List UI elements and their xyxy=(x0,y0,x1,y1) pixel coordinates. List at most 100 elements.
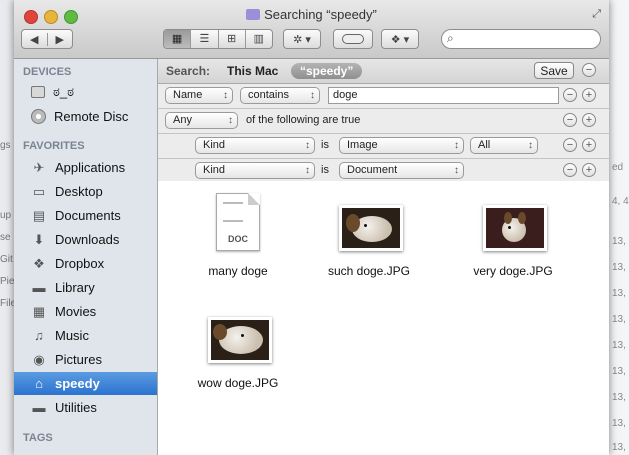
image-thumbnail xyxy=(483,205,547,251)
rule-row-name: Name contains doge − + xyxy=(158,84,609,109)
main-content: Search: This Mac “speedy” Save − Name co… xyxy=(158,59,609,455)
sidebar-item-speedy[interactable]: ⌂ speedy xyxy=(14,372,157,395)
window-title-text: Searching “speedy” xyxy=(264,7,377,22)
search-scope-bar: Search: This Mac “speedy” Save − xyxy=(158,59,609,84)
tag-icon xyxy=(342,34,364,44)
sidebar-item-documents[interactable]: ▤ Documents xyxy=(14,204,157,227)
list-view-icon[interactable]: ☰ xyxy=(190,30,217,48)
sidebar-item-label: Pictures xyxy=(55,352,102,367)
coverflow-view-icon[interactable]: ▥ xyxy=(244,30,272,48)
downloads-icon: ⬇ xyxy=(33,231,45,247)
sidebar-item-movies[interactable]: ▦ Movies xyxy=(14,300,157,323)
sidebar-item-dropbox[interactable]: ❖ Dropbox xyxy=(14,252,157,275)
document-icon: DOC xyxy=(216,193,260,251)
title-bar: Searching “speedy” ⤢ ◀ ▶ ▦ ☰ ⊞ ▥ ✲ ▾ ❖ ▾… xyxy=(14,0,609,59)
fullscreen-arrows-icon[interactable]: ⤢ xyxy=(592,8,601,21)
operator-popup[interactable]: contains xyxy=(240,87,320,104)
background-text: 13, xyxy=(612,288,626,299)
rule-value-field[interactable]: doge xyxy=(328,87,559,104)
sidebar-item-label: Applications xyxy=(55,160,126,175)
background-text: 4, 4 xyxy=(612,196,629,207)
remove-rule-button[interactable]: − xyxy=(563,138,577,152)
sidebar-item-label: Movies xyxy=(55,304,97,319)
back-arrow-icon[interactable]: ◀ xyxy=(22,33,47,46)
background-text: 13, xyxy=(612,314,626,325)
file-item-wow-doge[interactable]: wow doge.JPG xyxy=(178,303,298,393)
background-text: 13, xyxy=(612,418,626,429)
sidebar-item-applications[interactable]: ✈ Applications xyxy=(14,156,157,179)
desktop-icon: ▭ xyxy=(32,183,46,199)
sidebar-item-label: Desktop xyxy=(55,184,103,199)
documents-icon: ▤ xyxy=(32,207,46,223)
sidebar-item-desktop[interactable]: ▭ Desktop xyxy=(14,180,157,203)
icon-view-icon[interactable]: ▦ xyxy=(164,30,191,48)
search-input[interactable]: ⌕ xyxy=(441,29,601,49)
background-app-right: ed 4, 4 13, 13, 13, 13, 13, 13, 13, 13, … xyxy=(609,0,629,455)
sidebar-item-label: Remote Disc xyxy=(54,109,129,124)
scope-this-mac[interactable]: This Mac xyxy=(227,64,278,78)
file-extension: DOC xyxy=(228,234,248,244)
sidebar-item-label: Documents xyxy=(55,208,121,223)
add-rule-button[interactable]: + xyxy=(582,163,596,177)
dropbox-icon: ❖ ▾ xyxy=(390,33,410,46)
movies-icon: ▦ xyxy=(32,303,46,319)
action-menu-button[interactable]: ✲ ▾ xyxy=(283,29,321,49)
column-view-icon[interactable]: ⊞ xyxy=(217,30,245,48)
background-text: 13, xyxy=(612,392,626,403)
background-text: se xyxy=(0,232,11,243)
sidebar-item-remote-disc[interactable]: Remote Disc xyxy=(14,105,157,128)
sidebar-item-label: Music xyxy=(55,328,89,343)
background-text: 13, xyxy=(612,236,626,247)
kind-value-popup[interactable]: Image xyxy=(339,137,464,154)
remove-rule-button[interactable]: − xyxy=(563,113,577,127)
remove-rule-button[interactable]: − xyxy=(582,63,596,77)
kind-value-popup[interactable]: Document xyxy=(339,162,464,179)
add-rule-button[interactable]: + xyxy=(582,138,596,152)
music-icon: ♫ xyxy=(34,328,44,343)
results-grid: DOC many doge such doge.JPG very doge.JP… xyxy=(158,181,609,455)
sidebar-item-label: Utilities xyxy=(55,400,97,415)
rule-is-text: is xyxy=(321,139,329,151)
search-icon: ⌕ xyxy=(447,31,454,45)
sidebar-item-pictures[interactable]: ◉ Pictures xyxy=(14,348,157,371)
sidebar-item-downloads[interactable]: ⬇ Downloads xyxy=(14,228,157,251)
sidebar-item-label: Dropbox xyxy=(55,256,105,271)
attribute-popup[interactable]: Kind xyxy=(195,162,315,179)
disc-icon xyxy=(31,109,46,124)
attribute-popup[interactable]: Kind xyxy=(195,137,315,154)
applications-icon: ✈ xyxy=(33,159,45,175)
dropbox-icon: ❖ xyxy=(33,255,45,271)
scope-speedy[interactable]: “speedy” xyxy=(291,63,363,79)
add-rule-button[interactable]: + xyxy=(582,88,596,102)
background-text: gs xyxy=(0,140,11,151)
add-rule-button[interactable]: + xyxy=(582,113,596,127)
tag-button[interactable] xyxy=(333,29,373,49)
file-item-such-doge[interactable]: such doge.JPG xyxy=(309,191,429,281)
smart-folder-icon xyxy=(246,9,261,20)
forward-arrow-icon[interactable]: ▶ xyxy=(46,32,73,46)
gear-icon: ✲ ▾ xyxy=(293,33,311,46)
file-item-many-doge[interactable]: DOC many doge xyxy=(178,191,298,281)
attribute-popup[interactable]: Name xyxy=(165,87,233,104)
sidebar-item-music[interactable]: ♫ Music xyxy=(14,324,157,347)
file-name: such doge.JPG xyxy=(327,264,411,278)
background-text: 13, xyxy=(612,442,626,453)
any-all-popup[interactable]: Any xyxy=(165,112,238,129)
sidebar-item-label: Library xyxy=(55,280,95,295)
dropbox-menu-button[interactable]: ❖ ▾ xyxy=(381,29,419,49)
folder-icon: ▬ xyxy=(32,400,46,415)
background-text: 13, xyxy=(612,262,626,273)
file-item-very-doge[interactable]: very doge.JPG xyxy=(453,191,573,281)
background-text: up xyxy=(0,210,12,221)
finder-window: Searching “speedy” ⤢ ◀ ▶ ▦ ☰ ⊞ ▥ ✲ ▾ ❖ ▾… xyxy=(14,0,609,455)
save-button[interactable]: Save xyxy=(534,62,574,79)
kind-subtype-popup[interactable]: All xyxy=(470,137,538,154)
remove-rule-button[interactable]: − xyxy=(563,163,577,177)
remove-rule-button[interactable]: − xyxy=(563,88,577,102)
back-forward-control: ◀ ▶ xyxy=(21,29,73,49)
background-text: Git xyxy=(0,254,13,265)
sidebar-item-library[interactable]: ▬ Library xyxy=(14,276,157,299)
sidebar-item-drive[interactable]: ಠ_ಠ xyxy=(14,80,157,103)
sidebar-item-utilities[interactable]: ▬ Utilities xyxy=(14,396,157,419)
image-thumbnail xyxy=(208,317,272,363)
